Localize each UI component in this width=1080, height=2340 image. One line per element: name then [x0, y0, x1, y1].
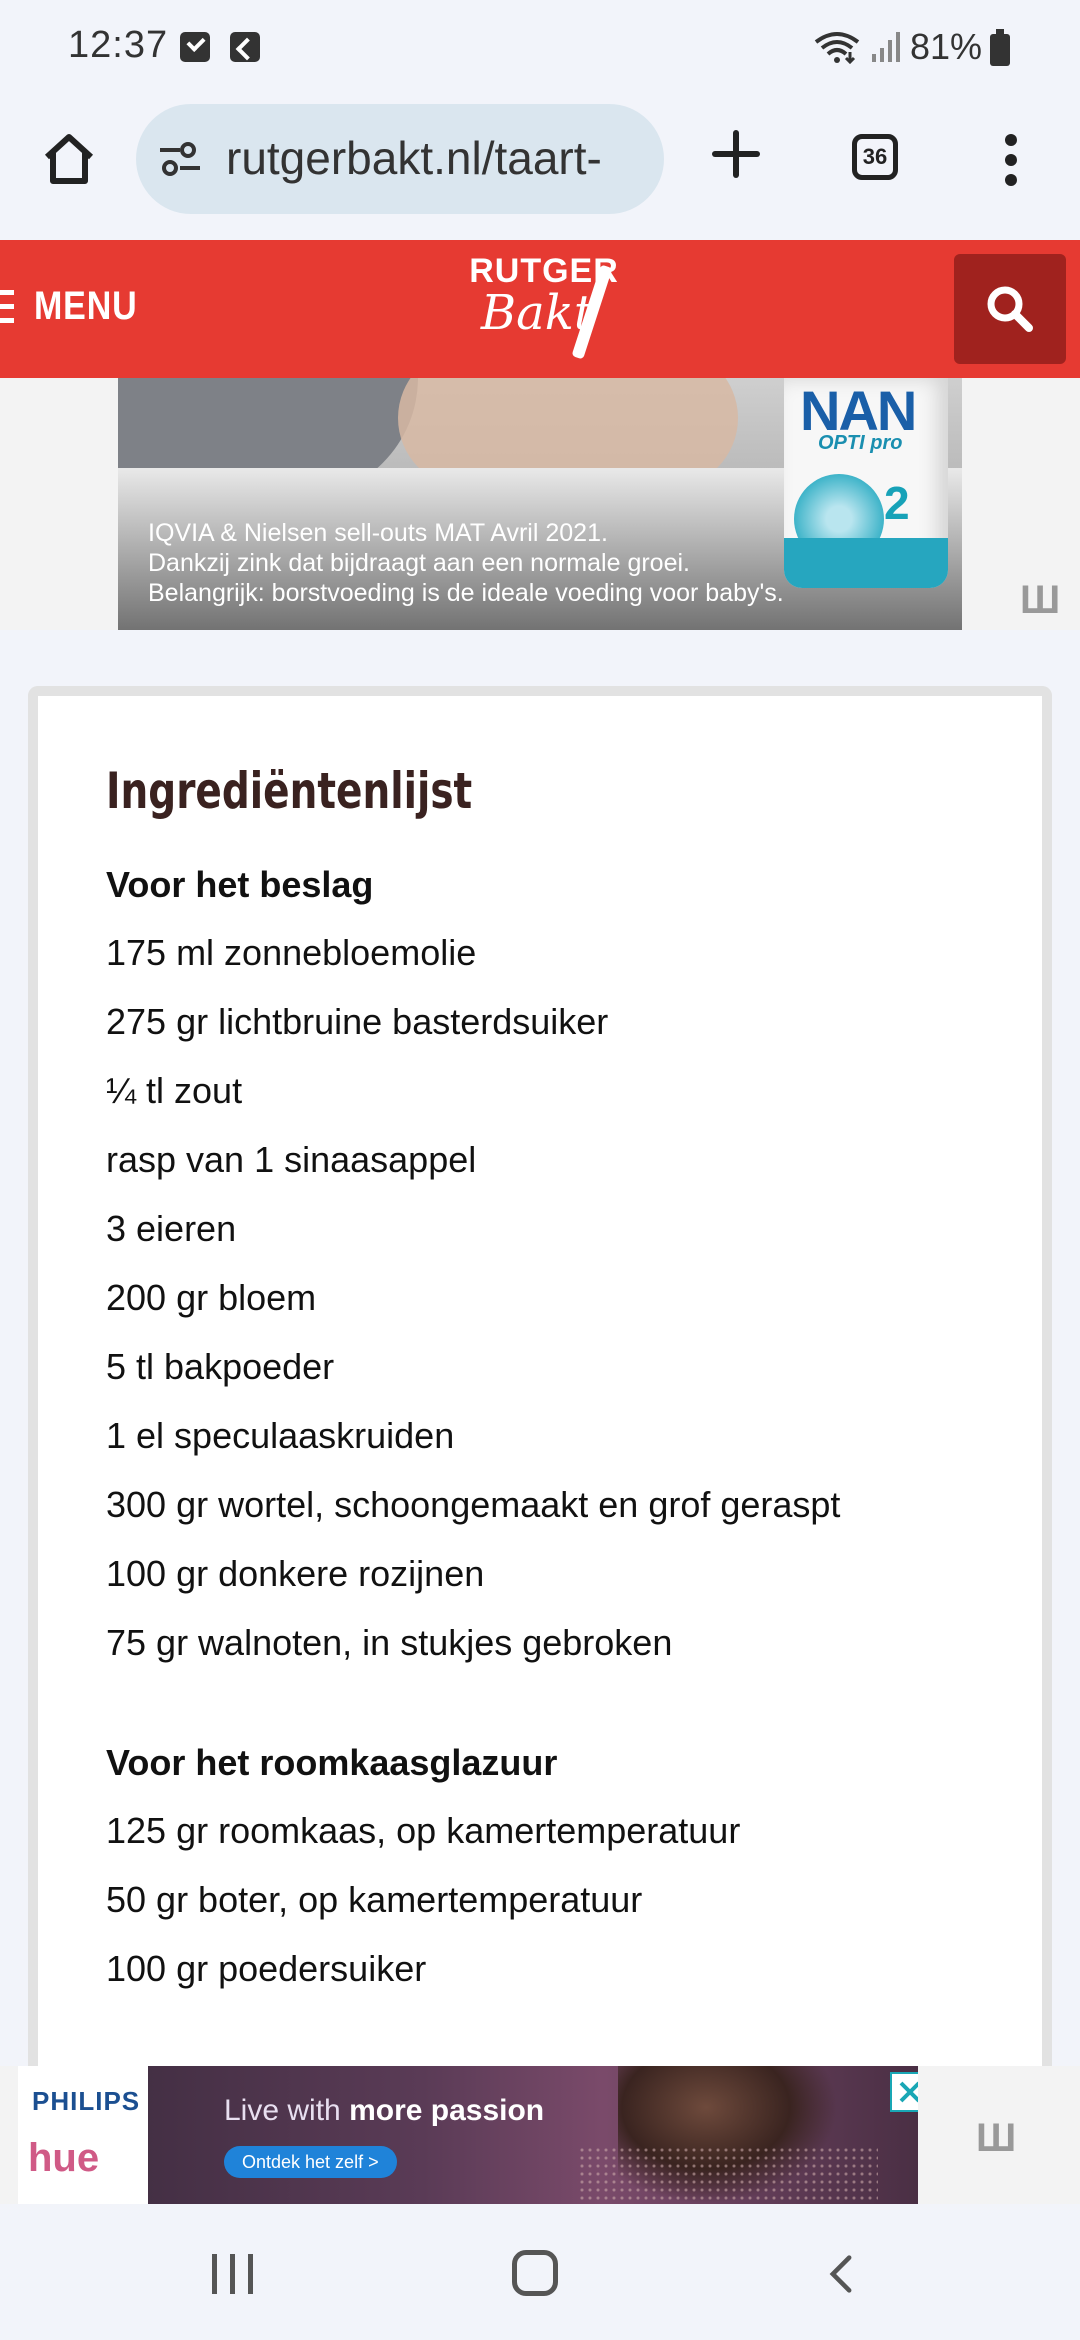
ingredient-item: rasp van 1 sinaasappel [106, 1139, 477, 1180]
new-tab-button[interactable] [706, 124, 766, 184]
ad-line: Dankzij zink dat bijdraagt aan een norma… [148, 549, 690, 577]
ad-line: Belangrijk: borstvoeding is de ideale vo… [148, 579, 784, 607]
signal-icon [872, 32, 900, 62]
ad-choices-icon[interactable]: Ш [976, 2116, 1016, 2161]
ingredient-item: 1 el speculaaskruiden [106, 1415, 455, 1456]
checkbox-notification-icon [180, 32, 210, 62]
tabs-button[interactable]: 36 [852, 134, 898, 180]
ad-choices-icon[interactable]: Ш [1020, 578, 1060, 623]
system-nav-bar [0, 2206, 1080, 2340]
more-vert-icon [1005, 134, 1017, 146]
search-icon [987, 286, 1033, 332]
ingredient-item: 50 gr boter, op kamertemperatuur [106, 1879, 643, 1920]
ingredient-item: 300 gr wortel, schoongemaakt en grof ger… [106, 1484, 841, 1525]
ad-sub-brand: OPTI pro [818, 432, 903, 454]
ad-headline-bold: more passion [349, 2094, 545, 2127]
home-nav-button[interactable] [512, 2250, 558, 2296]
ingredients-card: Ingrediëntenlijst Voor het beslag 175 ml… [28, 686, 1052, 2086]
battery-percent: 81% [910, 26, 983, 67]
ad-disclaimer: IQVIA & Nielsen sell-outs MAT Avril 2021… [148, 518, 784, 608]
ingredient-item: 100 gr donkere rozijnen [106, 1553, 485, 1594]
url-text[interactable]: rutgerbakt.nl/taart- [226, 126, 646, 190]
site-header: MENU RUTGER Bakt [0, 240, 1080, 378]
back-icon[interactable] [826, 2254, 856, 2294]
browser-menu-button[interactable] [1000, 134, 1024, 186]
bottom-ad-banner[interactable]: PHILIPS hue Live with more passion Ontde… [18, 2066, 918, 2204]
ingredient-item: 100 gr poedersuiker [106, 1948, 427, 1989]
top-ad-banner[interactable]: NAN OPTI pro 2 IQVIA & Nielsen sell-outs… [118, 378, 962, 630]
ingredients-title: Ingrediëntenlijst [106, 762, 473, 820]
ingredient-item: ¼ tl zout [106, 1070, 243, 1111]
close-icon [899, 2081, 918, 2103]
ingredient-item: 200 gr bloem [106, 1277, 317, 1318]
recent-apps-icon [212, 2254, 217, 2294]
ad-sub-brand: hue [28, 2136, 100, 2180]
ad-brand-panel: PHILIPS hue [18, 2066, 148, 2204]
ingredient-item: 75 gr walnoten, in stukjes gebroken [106, 1622, 673, 1663]
ad-product-can: NAN OPTI pro 2 [784, 378, 948, 588]
address-bar[interactable]: rutgerbakt.nl/taart- [136, 104, 664, 214]
site-search-button[interactable] [954, 254, 1066, 364]
ad-can-band [784, 538, 948, 588]
status-bar: 12:37 81% [0, 0, 1080, 100]
site-logo[interactable]: RUTGER Bakt [456, 254, 632, 364]
home-icon [44, 134, 94, 184]
bottom-ad-container: PHILIPS hue Live with more passion Ontde… [0, 2066, 1080, 2204]
home-button[interactable] [34, 124, 104, 194]
ad-headline-pre: Live with [224, 2094, 350, 2127]
ad-sparkles-image [578, 2146, 878, 2204]
wifi-icon [814, 32, 860, 64]
tune-icon[interactable] [158, 140, 202, 178]
ingredient-item: 5 tl bakpoeder [106, 1346, 335, 1387]
section-heading: Voor het beslag [106, 864, 374, 905]
status-time: 12:37 [68, 24, 169, 66]
site-menu-label: MENU [34, 284, 138, 328]
ingredient-item: 275 gr lichtbruine basterdsuiker [106, 1001, 609, 1042]
exit-notification-icon [230, 32, 260, 62]
section-heading: Voor het roomkaasglazuur [106, 1742, 558, 1783]
battery-icon [990, 29, 1010, 66]
ad-brand: PHILIPS [32, 2086, 141, 2116]
ad-close-button[interactable] [890, 2072, 918, 2112]
ad-cta-button[interactable]: Ontdek het zelf > [224, 2146, 397, 2178]
ad-line: IQVIA & Nielsen sell-outs MAT Avril 2021… [148, 519, 608, 547]
ad-headline: Live with more passion [224, 2094, 544, 2128]
ad-stage-number: 2 [884, 477, 910, 529]
ingredient-item: 175 ml zonnebloemolie [106, 932, 477, 973]
top-ad-container: NAN OPTI pro 2 IQVIA & Nielsen sell-outs… [0, 378, 1080, 630]
recent-apps-button[interactable] [212, 2254, 258, 2294]
hamburger-icon [0, 289, 14, 324]
site-menu-button[interactable]: MENU [0, 284, 156, 329]
ingredient-item: 125 gr roomkaas, op kamertemperatuur [106, 1810, 741, 1851]
ingredient-item: 3 eieren [106, 1208, 237, 1249]
